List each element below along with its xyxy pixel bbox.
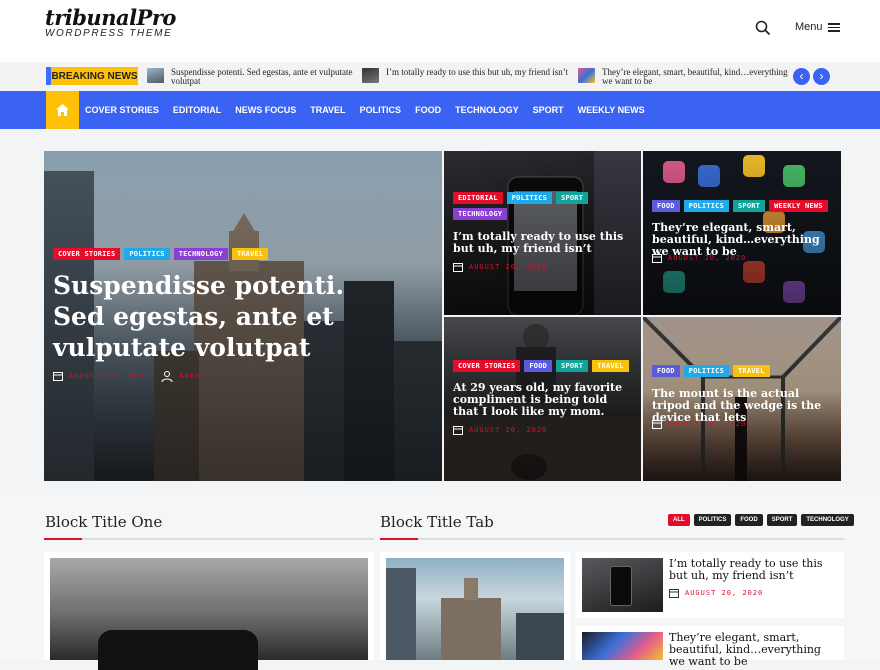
- nav-sport[interactable]: SPORT: [533, 105, 564, 115]
- post-date[interactable]: AUGUST 20, 2020: [685, 589, 763, 597]
- calendar-icon: [652, 254, 662, 263]
- ticker-item-text[interactable]: They’re elegant, smart, beautiful, kind……: [602, 68, 793, 86]
- block-tab-main-card[interactable]: [380, 552, 570, 660]
- block-tab-main-image: [386, 558, 564, 660]
- post-date[interactable]: AUGUST 20, 2020: [69, 372, 147, 380]
- ticker-thumbnail: [147, 68, 164, 83]
- nav-cover-stories[interactable]: COVER STORIES: [85, 105, 159, 115]
- list-item-meta: AUGUST 20, 2020: [669, 588, 763, 598]
- tag-cover-stories[interactable]: COVER STORIES: [453, 360, 521, 372]
- featured-main-card[interactable]: COVER STORIES POLITICS TECHNOLOGY TRAVEL…: [44, 151, 442, 481]
- featured-card[interactable]: FOOD POLITICS TRAVEL The mount is the ac…: [643, 317, 841, 481]
- post-date[interactable]: AUGUST 20, 2020: [469, 263, 547, 271]
- tab-politics[interactable]: POLITICS: [693, 514, 732, 526]
- hamburger-icon: [827, 21, 840, 34]
- tag-travel[interactable]: TRAVEL: [592, 360, 629, 372]
- nav-weekly-news[interactable]: WEEKLY NEWS: [578, 105, 645, 115]
- tag-sport[interactable]: SPORT: [556, 192, 589, 204]
- tag-travel[interactable]: TRAVEL: [733, 365, 770, 377]
- list-item-title[interactable]: They’re elegant, smart, beautiful, kind……: [669, 632, 839, 668]
- ticker-thumbnail: [578, 68, 595, 83]
- featured-card-title[interactable]: I’m totally ready to use this but uh, my…: [453, 231, 633, 255]
- featured-card-meta: AUGUST 20, 2020: [453, 425, 547, 435]
- tag-weekly-news[interactable]: WEEKLY NEWS: [769, 200, 828, 212]
- tab-sport[interactable]: SPORT: [766, 514, 798, 526]
- ticker-next-button[interactable]: ›: [813, 68, 830, 85]
- nav-politics[interactable]: POLITICS: [360, 105, 402, 115]
- site-logo[interactable]: tribunalPro WORDPRESS THEME: [45, 6, 176, 40]
- featured-card[interactable]: FOOD POLITICS SPORT WEEKLY NEWS They’re …: [643, 151, 841, 315]
- featured-card-meta: AUGUST 20, 2020: [652, 419, 746, 429]
- ticker-item[interactable]: Suspendisse potenti. Sed egestas, ante e…: [147, 68, 357, 86]
- ticker-item[interactable]: I’m totally ready to use this but uh, my…: [362, 68, 572, 83]
- post-date[interactable]: AUGUST 20, 2020: [668, 254, 746, 262]
- home-icon[interactable]: [46, 91, 79, 129]
- main-navigation: COVER STORIES EDITORIAL NEWS FOCUS TRAVE…: [0, 91, 880, 129]
- calendar-icon: [453, 263, 463, 272]
- nav-technology[interactable]: TECHNOLOGY: [455, 105, 519, 115]
- tag-sport[interactable]: SPORT: [733, 200, 766, 212]
- tag-travel[interactable]: TRAVEL: [231, 248, 269, 260]
- block-tabs: ALL POLITICS FOOD SPORT TECHNOLOGY: [668, 514, 854, 526]
- site-header: tribunalPro WORDPRESS THEME Menu: [0, 0, 880, 62]
- tab-food[interactable]: FOOD: [735, 514, 763, 526]
- post-author[interactable]: Admin: [179, 372, 205, 380]
- tab-technology[interactable]: TECHNOLOGY: [801, 514, 854, 526]
- list-item-title[interactable]: I’m totally ready to use this but uh, my…: [669, 558, 839, 582]
- menu-label: Menu: [795, 21, 823, 34]
- logo-title[interactable]: tribunalPro: [45, 6, 176, 30]
- tag-cover-stories[interactable]: COVER STORIES: [53, 248, 121, 260]
- list-item[interactable]: They’re elegant, smart, beautiful, kind……: [576, 626, 844, 668]
- list-item-thumbnail: [582, 632, 663, 660]
- calendar-icon: [53, 372, 63, 381]
- ticker-item-text[interactable]: Suspendisse potenti. Sed egestas, ante e…: [171, 68, 357, 86]
- breaking-news-label: BREAKING NEWS: [46, 67, 138, 85]
- user-icon: [161, 371, 173, 382]
- featured-card-meta: AUGUST 20, 2020: [453, 262, 547, 272]
- nav-travel[interactable]: TRAVEL: [310, 105, 345, 115]
- calendar-icon: [652, 420, 662, 429]
- featured-card[interactable]: COVER STORIES FOOD SPORT TRAVEL At 29 ye…: [444, 317, 641, 481]
- tag-technology[interactable]: TECHNOLOGY: [173, 248, 228, 260]
- featured-card-meta: AUGUST 20, 2020: [652, 253, 746, 263]
- block-title-one: Block Title One: [45, 513, 163, 531]
- post-date[interactable]: AUGUST 20, 2020: [469, 426, 547, 434]
- featured-grid: COVER STORIES POLITICS TECHNOLOGY TRAVEL…: [44, 151, 841, 481]
- nav-food[interactable]: FOOD: [415, 105, 441, 115]
- tag-politics[interactable]: POLITICS: [683, 200, 729, 212]
- ticker-item-text[interactable]: I’m totally ready to use this but uh, my…: [386, 68, 568, 83]
- search-icon[interactable]: [755, 20, 775, 40]
- featured-main-title[interactable]: Suspendisse potenti. Sed egestas, ante e…: [53, 270, 398, 363]
- ticker-item[interactable]: They’re elegant, smart, beautiful, kind……: [578, 68, 793, 86]
- calendar-icon: [453, 426, 463, 435]
- block-title-tab-underline: [380, 538, 844, 540]
- tag-food[interactable]: FOOD: [652, 365, 680, 377]
- nav-news-focus[interactable]: NEWS FOCUS: [235, 105, 296, 115]
- logo-subtitle: WORDPRESS THEME: [45, 28, 173, 39]
- ticker-thumbnail: [362, 68, 379, 83]
- block-one-image: [50, 558, 368, 670]
- tag-politics[interactable]: POLITICS: [683, 365, 729, 377]
- tag-editorial[interactable]: EDITORIAL: [453, 192, 503, 204]
- tag-politics[interactable]: POLITICS: [124, 248, 170, 260]
- featured-card-title[interactable]: At 29 years old, my favorite compliment …: [453, 382, 633, 418]
- ticker-prev-button[interactable]: ‹: [793, 68, 810, 85]
- tag-technology[interactable]: TECHNOLOGY: [453, 208, 508, 220]
- tag-politics[interactable]: POLITICS: [506, 192, 553, 204]
- featured-main-meta: AUGUST 20, 2020 Admin: [53, 370, 205, 382]
- block-title-one-underline: [44, 538, 374, 540]
- block-title-tab: Block Title Tab: [380, 513, 494, 531]
- tab-all[interactable]: ALL: [668, 514, 690, 526]
- tag-food[interactable]: FOOD: [524, 360, 553, 372]
- tag-food[interactable]: FOOD: [652, 200, 680, 212]
- list-item-thumbnail: [582, 558, 663, 612]
- calendar-icon: [669, 589, 679, 598]
- block-one-card[interactable]: [44, 552, 374, 670]
- tag-sport[interactable]: SPORT: [556, 360, 589, 372]
- nav-editorial[interactable]: EDITORIAL: [173, 105, 221, 115]
- featured-card[interactable]: EDITORIAL POLITICS SPORT TECHNOLOGY I’m …: [444, 151, 641, 315]
- list-item[interactable]: I’m totally ready to use this but uh, my…: [576, 552, 844, 618]
- post-date[interactable]: AUGUST 20, 2020: [668, 420, 746, 428]
- menu-button[interactable]: Menu: [795, 21, 840, 34]
